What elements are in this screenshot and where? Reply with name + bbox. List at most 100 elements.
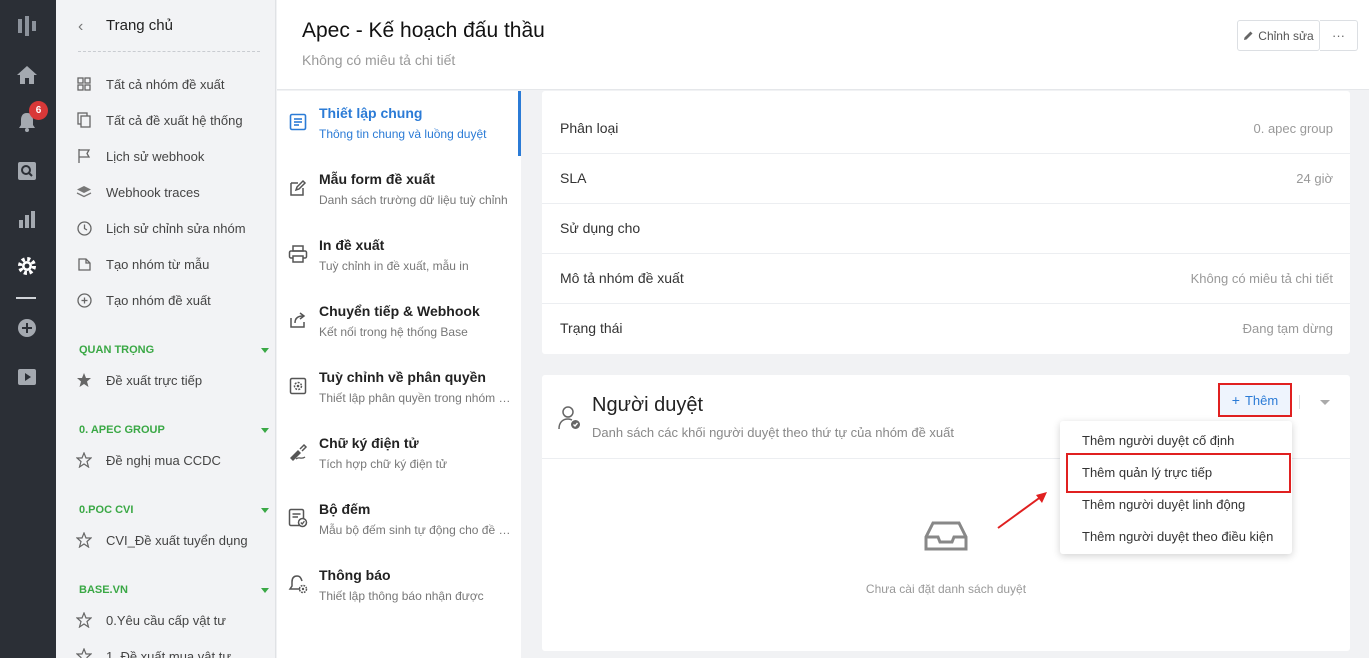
add-button-label: Thêm <box>1244 392 1279 408</box>
section-label: Chuyển tiếp & Webhook <box>319 303 480 319</box>
menu-item-conditional-approver[interactable]: Thêm người duyệt theo điều kiện <box>1060 521 1292 553</box>
section-label: Bộ đếm <box>319 501 371 517</box>
section-form-template[interactable]: Mẫu form đề xuất Danh sách trường dữ liệ… <box>277 157 521 223</box>
sidebar-item-label: Tất cả nhóm đề xuất <box>106 76 225 92</box>
section-desc: Thiết lập thông báo nhận được <box>319 589 484 603</box>
plus-circle-icon <box>76 292 92 308</box>
copy-icon <box>76 112 92 128</box>
approvers-title: Người duyệt <box>592 394 703 416</box>
menu-item-dynamic-approver[interactable]: Thêm người duyệt linh động <box>1060 489 1292 521</box>
chevron-down-icon[interactable] <box>1320 400 1330 405</box>
section-label: Mẫu form đề xuất <box>319 171 435 187</box>
sidebar-item-label: Đề nghị mua CCDC <box>106 452 221 468</box>
info-key: Trạng thái <box>560 320 623 336</box>
star-outline-icon <box>76 532 92 548</box>
sidebar-item-label: CVI_Đề xuất tuyển dụng <box>106 532 248 548</box>
info-key: Phân loại <box>560 120 619 136</box>
layers-icon <box>76 184 92 200</box>
edit-button[interactable]: Chỉnh sửa <box>1237 20 1320 51</box>
sidebar-item-label: Tạo nhóm từ mẫu <box>106 256 210 272</box>
template-icon <box>76 256 92 272</box>
sidebar-favorite-item[interactable]: 0.Yêu cầu cấp vật tư <box>76 608 272 632</box>
info-row: Trạng thái Đang tạm dừng <box>542 304 1350 354</box>
sidebar-item-all-groups[interactable]: Tất cả nhóm đề xuất <box>76 72 272 96</box>
sidebar-item-all-requests[interactable]: Tất cả đề xuất hệ thống <box>76 108 272 132</box>
sidebar-favorite-item[interactable]: Đề nghị mua CCDC <box>76 448 272 472</box>
info-value: Không có miêu tả chi tiết <box>1190 271 1333 286</box>
section-general[interactable]: Thiết lập chung Thông tin chung và luồng… <box>277 91 521 157</box>
section-forward-webhook[interactable]: Chuyển tiếp & Webhook Kết nối trong hệ t… <box>277 289 521 355</box>
more-button[interactable]: ··· <box>1320 20 1358 51</box>
page-subtitle: Không có miêu tả chi tiết <box>302 52 456 68</box>
divider <box>1299 395 1300 409</box>
group-header-apec[interactable]: 0. APEC GROUP <box>79 424 269 440</box>
section-e-signature[interactable]: Chữ ký điện tử Tích hợp chữ ký điện tử <box>277 421 521 487</box>
caret-down-icon <box>261 428 269 433</box>
sidebar-item-webhook-traces[interactable]: Webhook traces <box>76 180 272 204</box>
empty-state-text: Chưa cài đặt danh sách duyệt <box>865 582 1027 596</box>
settings-box-icon <box>287 375 309 397</box>
sidebar-item-label: Đề xuất trực tiếp <box>106 372 203 388</box>
caret-down-icon <box>261 588 269 593</box>
sidebar-item-label: 0.Yêu cầu cấp vật tư <box>106 612 226 628</box>
info-value: 0. apec group <box>1253 121 1333 136</box>
group-name: QUAN TRỌNG <box>79 344 155 356</box>
group-header-poc-cvi[interactable]: 0.POC CVI <box>79 504 269 520</box>
sidebar-item-create-from-template[interactable]: Tạo nhóm từ mẫu <box>76 252 272 276</box>
flag-icon <box>76 148 92 164</box>
section-label: Tuỳ chỉnh về phân quyền <box>319 369 486 385</box>
add-approver-button[interactable]: + Thêm <box>1218 383 1292 417</box>
sidebar-item-label: Lịch sử chỉnh sửa nhóm <box>106 220 246 236</box>
info-key: Sử dụng cho <box>560 220 641 236</box>
sidebar: ‹ Trang chủ Tất cả nhóm đề xuất Tất cả đ… <box>56 0 276 658</box>
pencil-icon <box>1243 30 1254 41</box>
rail-divider <box>16 297 36 299</box>
info-row: SLA 24 giờ <box>542 154 1350 204</box>
section-print[interactable]: In đề xuất Tuỳ chỉnh in đề xuất, mẫu in <box>277 223 521 289</box>
home-icon[interactable] <box>14 62 40 88</box>
signature-icon <box>287 441 309 463</box>
group-name: 0. APEC GROUP <box>79 424 165 436</box>
section-permissions[interactable]: Tuỳ chỉnh về phân quyền Thiết lập phân q… <box>277 355 521 421</box>
user-check-icon <box>558 405 582 431</box>
section-desc: Kết nối trong hệ thống Base <box>319 325 468 339</box>
share-icon <box>287 309 309 331</box>
section-nav: Thiết lập chung Thông tin chung và luồng… <box>277 91 521 658</box>
sidebar-favorite-item[interactable]: CVI_Đề xuất tuyển dụng <box>76 528 272 552</box>
sidebar-item-create-group[interactable]: Tạo nhóm đề xuất <box>76 288 272 312</box>
add-approver-menu: Thêm người duyệt cố định Thêm quản lý tr… <box>1060 421 1292 554</box>
section-label: Thông báo <box>319 567 391 583</box>
add-circle-icon[interactable] <box>14 315 40 341</box>
search-box-icon[interactable] <box>14 158 40 184</box>
star-outline-icon <box>76 648 92 658</box>
sidebar-item-webhook-history[interactable]: Lịch sử webhook <box>76 144 272 168</box>
bell-settings-icon <box>287 573 309 595</box>
star-outline-icon <box>76 452 92 468</box>
video-icon[interactable] <box>14 364 40 390</box>
sidebar-title[interactable]: Trang chủ <box>106 17 173 34</box>
plus-icon: + <box>1231 392 1240 408</box>
star-outline-icon <box>76 612 92 628</box>
group-header-base-vn[interactable]: BASE.VN <box>79 584 269 600</box>
sidebar-item-edit-history[interactable]: Lịch sử chỉnh sửa nhóm <box>76 216 272 240</box>
edit-form-icon <box>287 177 309 199</box>
sidebar-item-label: Tạo nhóm đề xuất <box>106 292 211 308</box>
sidebar-favorite-item[interactable]: Đề xuất trực tiếp <box>76 368 272 392</box>
base-logo-icon[interactable] <box>14 13 40 39</box>
info-key: SLA <box>560 170 587 186</box>
section-notifications[interactable]: Thông báo Thiết lập thông báo nhận được <box>277 553 521 619</box>
section-desc: Tích hợp chữ ký điện tử <box>319 457 447 471</box>
caret-down-icon <box>261 348 269 353</box>
annotation-arrow <box>997 492 1047 529</box>
settings-icon[interactable] <box>14 253 40 279</box>
sidebar-header: ‹ Trang chủ <box>78 16 260 52</box>
notification-badge: 6 <box>29 101 48 120</box>
group-header-important[interactable]: QUAN TRỌNG <box>79 344 269 360</box>
chevron-left-icon[interactable]: ‹ <box>78 18 92 36</box>
report-icon[interactable] <box>14 206 40 232</box>
sidebar-favorite-item[interactable]: 1. Đề xuất mua vật tư <box>76 644 272 658</box>
section-counter[interactable]: Bộ đếm Mẫu bộ đếm sinh tự động cho đề xu… <box>277 487 521 553</box>
section-label: In đề xuất <box>319 237 385 253</box>
menu-item-direct-manager[interactable]: Thêm quản lý trực tiếp <box>1066 453 1291 493</box>
printer-icon <box>287 243 309 265</box>
